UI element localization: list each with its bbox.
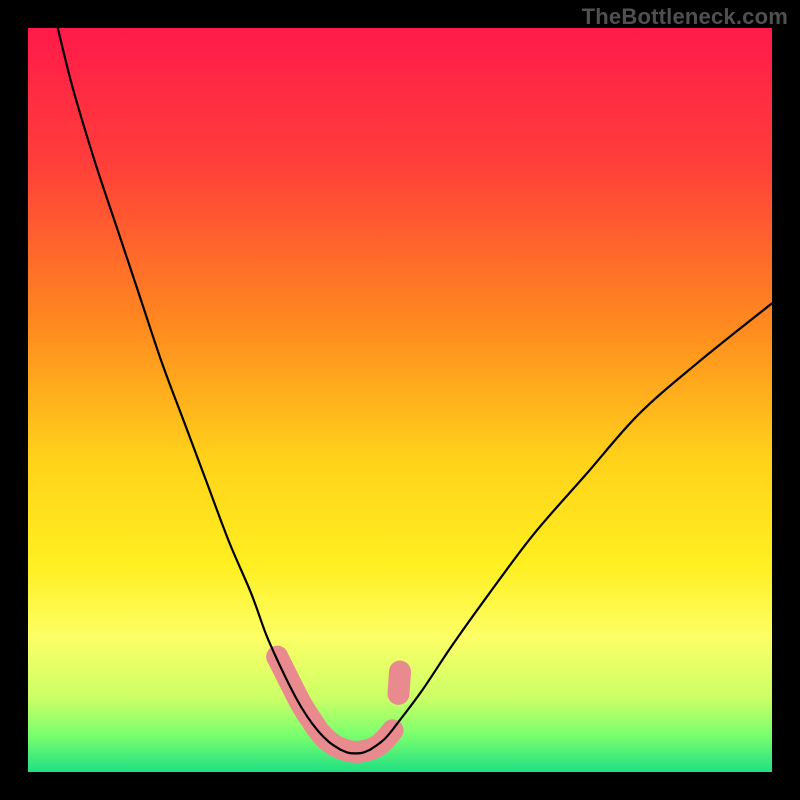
chart-frame: TheBottleneck.com bbox=[0, 0, 800, 800]
watermark-text: TheBottleneck.com bbox=[582, 4, 788, 30]
curves-layer bbox=[28, 28, 772, 772]
plot-area bbox=[28, 28, 772, 772]
highlight-markers bbox=[266, 646, 400, 752]
plot-inner bbox=[28, 28, 772, 772]
series-left-curve bbox=[58, 28, 341, 750]
series-right-curve bbox=[370, 303, 772, 749]
line-series bbox=[58, 28, 772, 753]
